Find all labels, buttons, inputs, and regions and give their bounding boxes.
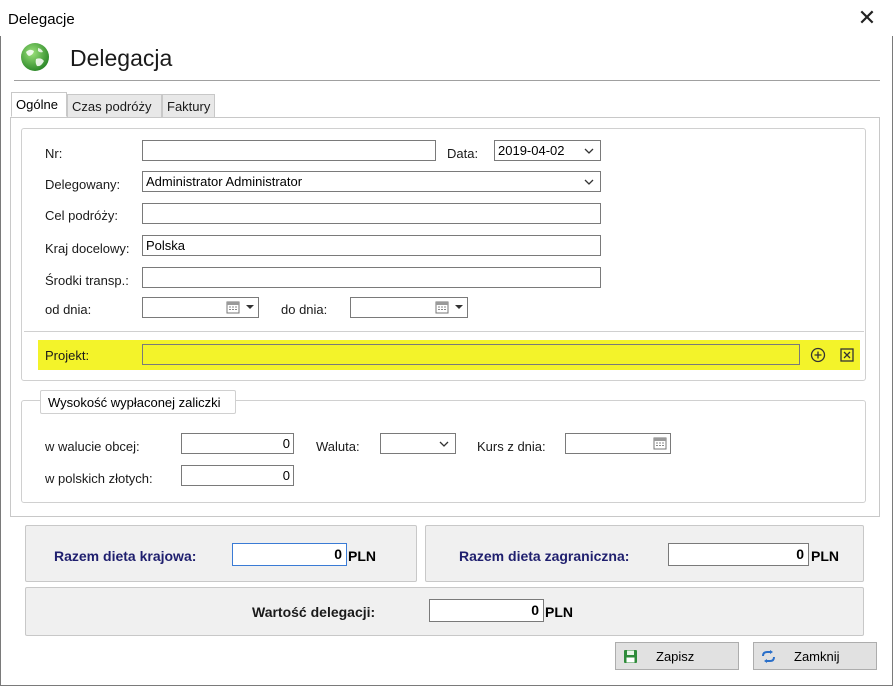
close-button-label: Zamknij (794, 649, 840, 664)
calendar-icon (435, 301, 449, 314)
advance-legend: Wysokość wypłaconej zaliczki (40, 390, 236, 414)
data-date-picker[interactable]: 2019-04-02 (494, 140, 601, 161)
od-dnia-label: od dnia: (45, 302, 92, 317)
krajowa-currency: PLN (348, 548, 376, 564)
projekt-label: Projekt: (45, 348, 90, 363)
header-divider (14, 80, 880, 81)
do-dnia-date-picker[interactable] (350, 297, 468, 318)
zagraniczna-currency: PLN (811, 548, 839, 564)
tab-czas-podrozy[interactable]: Czas podróży (67, 94, 162, 118)
window-title: Delegacje (8, 11, 75, 28)
srodki-label: Środki transp.: (45, 273, 129, 288)
exit-arrow-icon (762, 650, 775, 663)
caret-down-icon (455, 305, 463, 309)
close-window-button[interactable]: ✕ (852, 4, 882, 34)
close-button[interactable]: Zamknij (753, 642, 877, 670)
nr-input[interactable] (142, 140, 436, 161)
cel-input[interactable] (142, 203, 601, 224)
cel-label: Cel podróży: (45, 208, 118, 223)
save-icon (624, 650, 637, 663)
kurs-date-picker[interactable] (565, 433, 671, 454)
tab-ogolne[interactable]: Ogólne (11, 92, 67, 117)
page-title: Delegacja (70, 45, 173, 71)
tab-faktury[interactable]: Faktury (162, 94, 215, 118)
kurs-label: Kurs z dnia: (477, 439, 546, 454)
details-divider (24, 331, 864, 332)
wartosc-value[interactable]: 0 (429, 599, 544, 622)
delegowany-select[interactable]: Administrator Administrator (142, 171, 601, 192)
zagraniczna-value[interactable]: 0 (668, 543, 809, 566)
wartosc-currency: PLN (545, 604, 573, 620)
od-dnia-date-picker[interactable] (142, 297, 259, 318)
chevron-down-icon (584, 148, 594, 154)
delegowany-label: Delegowany: (45, 177, 121, 192)
chevron-down-icon (584, 179, 594, 185)
calendar-icon (226, 301, 240, 314)
krajowa-value[interactable]: 0 (232, 543, 347, 566)
nr-label: Nr: (45, 146, 63, 161)
waluta-select[interactable] (380, 433, 456, 454)
add-circle-icon[interactable] (810, 347, 826, 363)
kraj-input[interactable]: Polska (142, 235, 601, 256)
data-label: Data: (447, 146, 479, 161)
do-dnia-label: do dnia: (281, 302, 328, 317)
kraj-label: Kraj docelowy: (45, 241, 130, 256)
caret-down-icon (246, 305, 254, 309)
save-button[interactable]: Zapisz (615, 642, 739, 670)
globe-icon (20, 42, 50, 72)
pln-label: w polskich złotych: (45, 471, 153, 486)
krajowa-label: Razem dieta krajowa: (54, 548, 197, 564)
calendar-icon (653, 437, 667, 450)
foreign-amount-input[interactable]: 0 (181, 433, 294, 454)
srodki-input[interactable] (142, 267, 601, 288)
delegowany-value: Administrator Administrator (146, 174, 303, 189)
title-bar (0, 0, 893, 36)
pln-amount-input[interactable]: 0 (181, 465, 294, 486)
wartosc-label: Wartość delegacji: (252, 604, 376, 620)
clear-box-icon[interactable] (839, 347, 855, 363)
data-value: 2019-04-02 (498, 143, 565, 158)
foreign-label: w walucie obcej: (45, 439, 140, 454)
save-button-label: Zapisz (656, 649, 695, 664)
zagraniczna-label: Razem dieta zagraniczna: (459, 548, 630, 564)
projekt-input[interactable] (142, 344, 800, 365)
chevron-down-icon (439, 441, 449, 447)
waluta-label: Waluta: (316, 439, 360, 454)
